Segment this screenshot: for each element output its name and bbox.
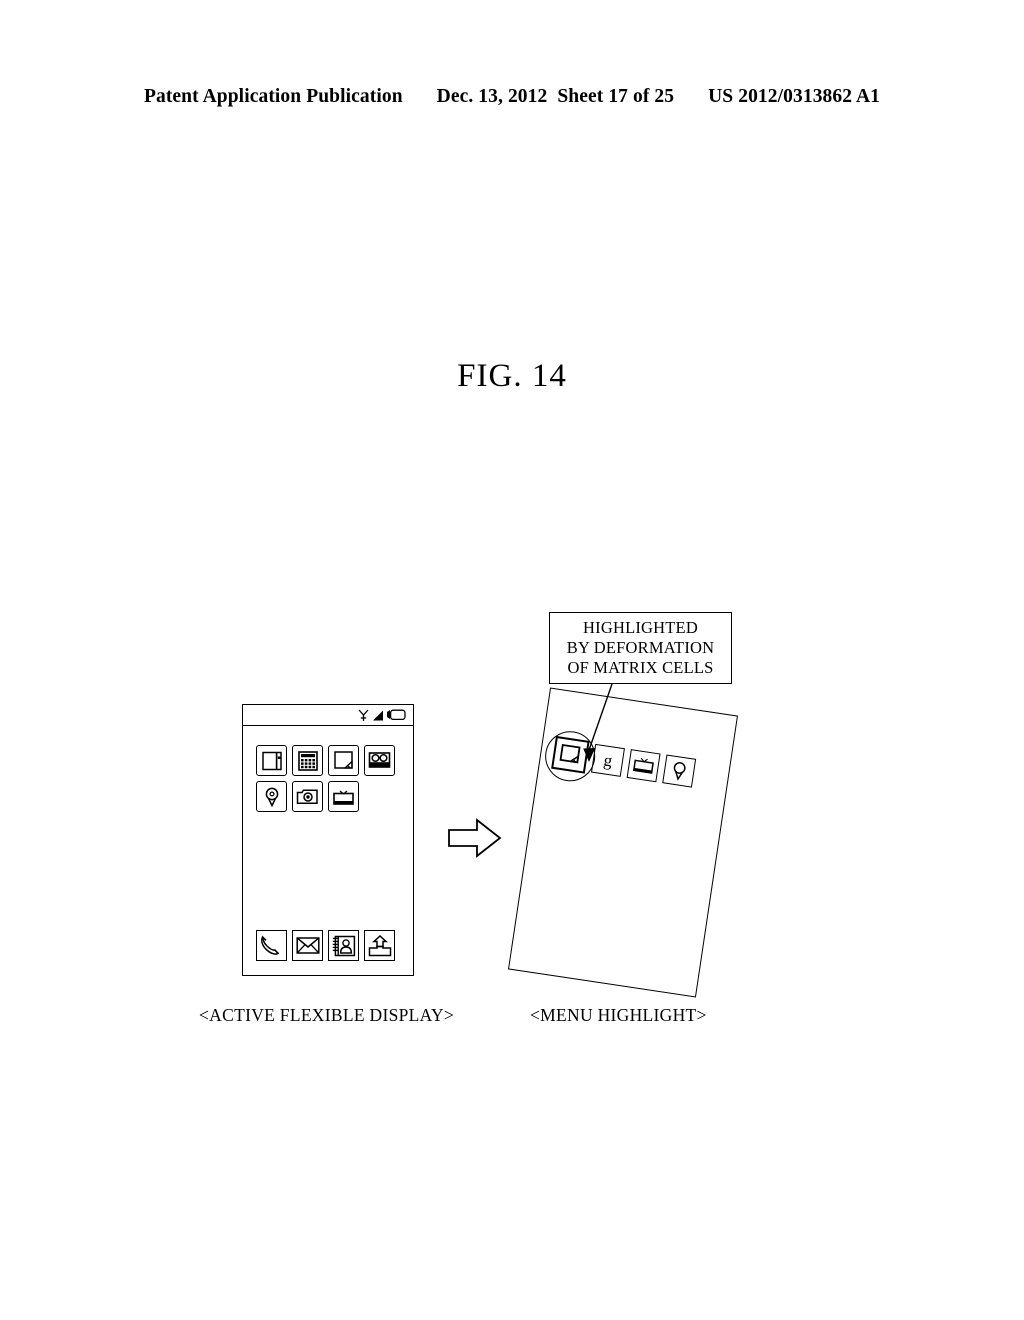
calculator-glyph [297,750,318,771]
letter-g-icon[interactable]: g [590,743,625,777]
app-icon-grid [256,745,406,812]
photo-icon[interactable] [328,745,359,776]
phone-handset-glyph [261,935,280,955]
contacts-icon[interactable] [328,930,359,961]
location-pin-icon[interactable] [662,754,697,788]
active-flexible-display-device [242,704,414,976]
figure-diagram: HIGHLIGHTED BY DEFORMATION OF MATRIX CEL… [0,0,1024,1320]
tv-glyph [632,757,654,774]
camera-icon[interactable] [292,781,323,812]
film-projector-glyph [368,751,391,768]
menu-highlight-screen: g [507,687,739,998]
signal-bars-icon [373,710,383,720]
callout-box: HIGHLIGHTED BY DEFORMATION OF MATRIX CEL… [549,612,732,684]
tv-glyph [333,790,354,805]
location-pin-glyph [265,787,278,807]
dock-bar [256,930,408,961]
tv-icon[interactable] [626,749,661,783]
callout-line-1: HIGHLIGHTED [583,618,698,637]
film-projector-icon[interactable] [364,745,395,776]
caption-menu-highlight: <MENU HIGHLIGHT> [530,1005,707,1025]
callout-line-2: BY DEFORMATION [566,638,715,657]
location-pin-glyph [673,762,686,781]
photo-icon-highlighted[interactable] [551,735,590,774]
callout-line-3: OF MATRIX CELLS [567,658,714,677]
menu-highlight-device: g [507,687,739,998]
photo-glyph [333,750,353,769]
tv-icon[interactable] [328,781,359,812]
menu-icon-row: g [551,735,697,790]
callout-leader-line [583,683,613,762]
calculator-icon[interactable] [292,745,323,776]
notebook-icon[interactable] [256,745,287,776]
battery-icon [387,709,406,721]
upload-home-glyph [368,934,391,956]
camera-glyph [296,788,318,804]
location-pin-icon[interactable] [256,781,287,812]
letter-g-glyph: g [602,750,614,771]
phone-handset-icon[interactable] [256,930,287,961]
photo-glyph [559,743,581,763]
contacts-glyph [332,935,355,956]
envelope-icon[interactable] [292,930,323,961]
status-bar [243,705,413,726]
envelope-glyph [295,937,320,954]
caption-active-flexible-display: <ACTIVE FLEXIBLE DISPLAY> [199,1005,455,1025]
notebook-glyph [261,751,282,770]
upload-home-icon[interactable] [364,930,395,961]
antenna-icon [358,709,369,721]
right-arrow-icon [448,818,502,858]
